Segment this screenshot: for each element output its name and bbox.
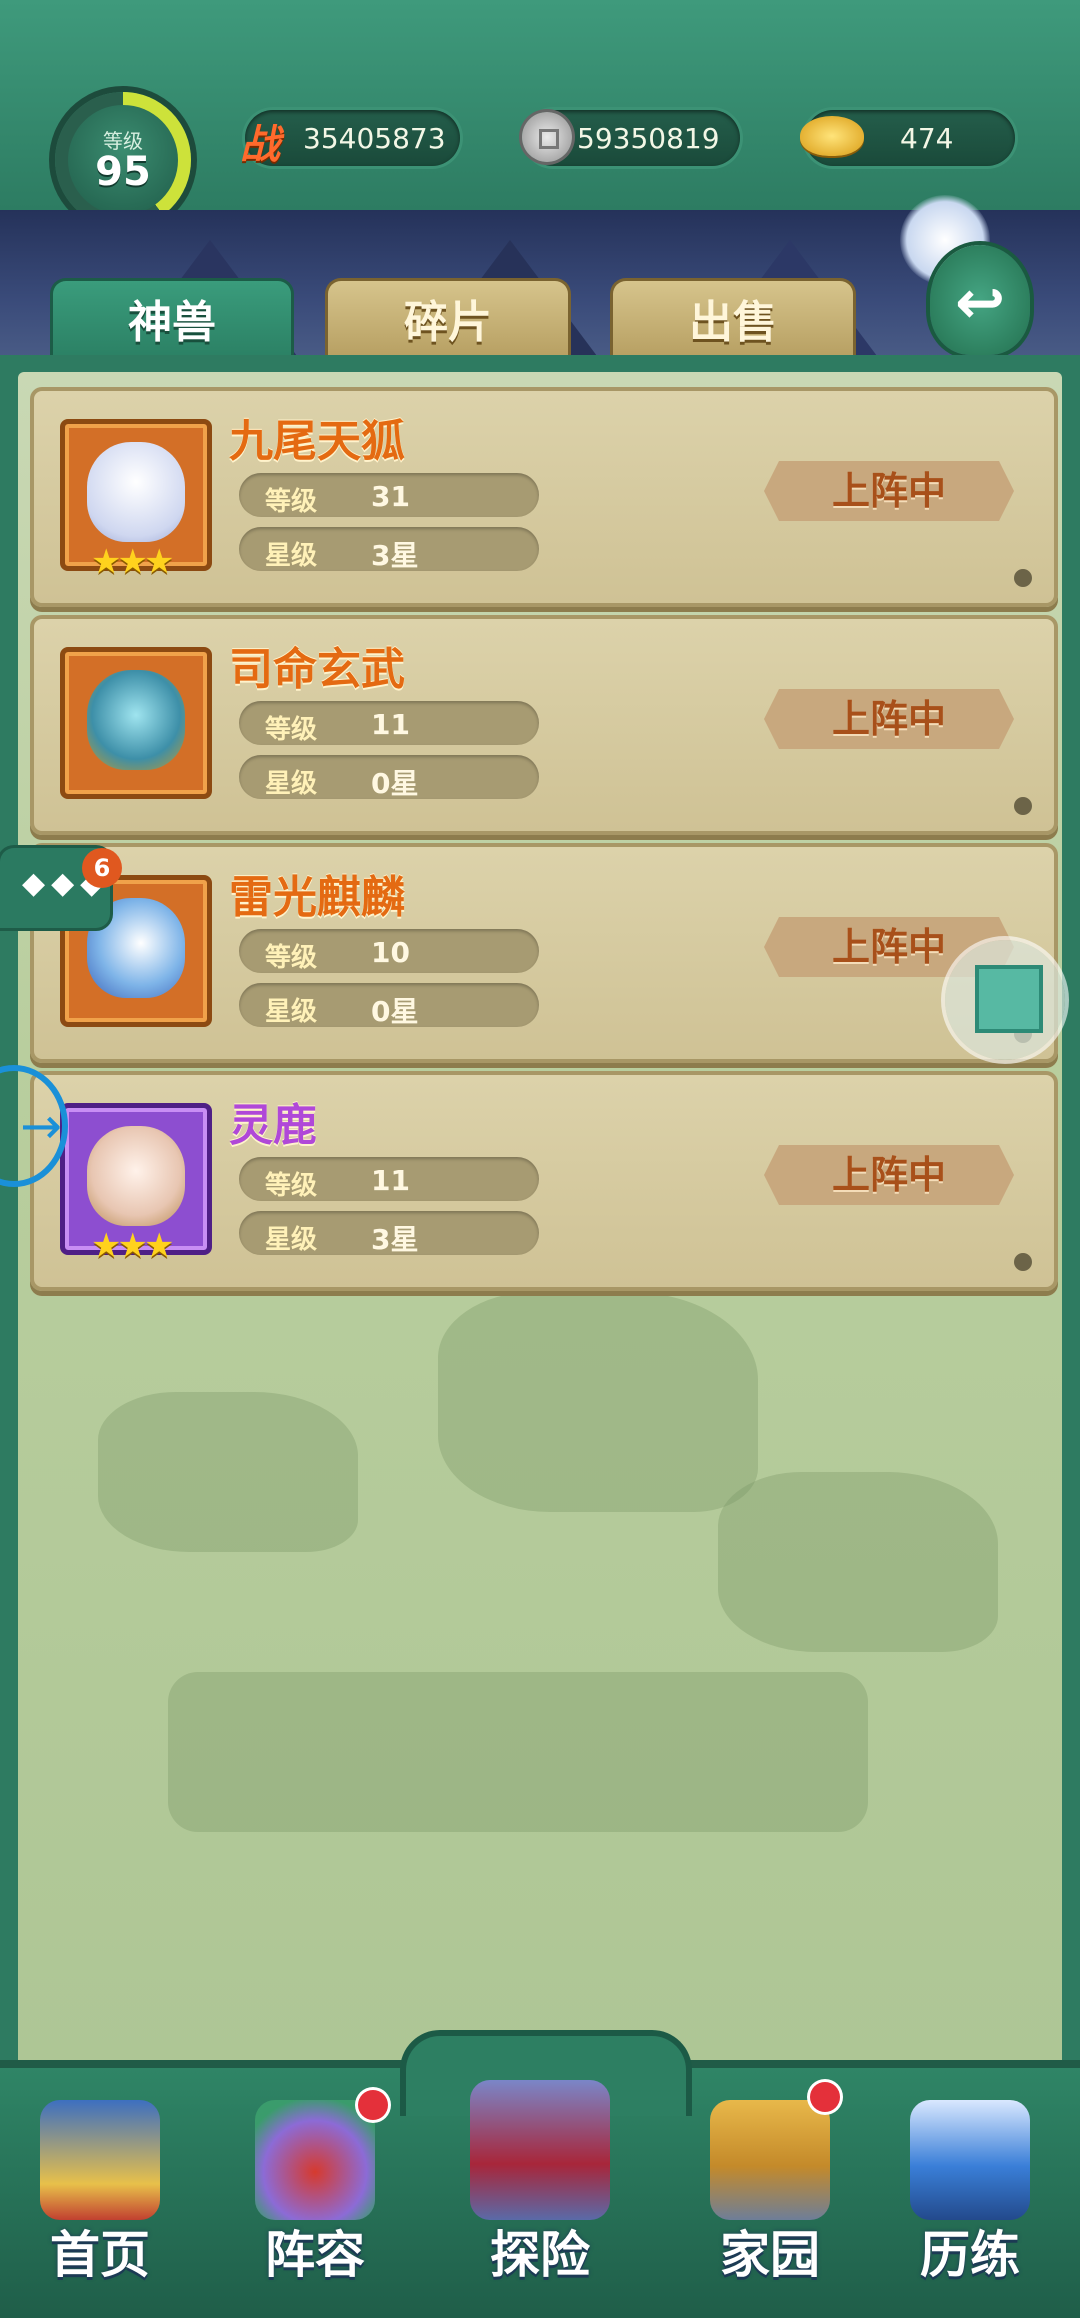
beast-portrait[interactable]: ★★★ (60, 1103, 212, 1266)
star-rating: ★★★ (91, 542, 174, 582)
nav-lineup[interactable]: 阵容 (230, 2090, 400, 2300)
back-arrow-icon: ↩ (955, 268, 1006, 338)
star-key: 星级 (265, 541, 318, 571)
star-key: 星级 (265, 997, 318, 1027)
background-ground (168, 1672, 868, 1832)
nav-homestead-label: 家园 (720, 2226, 820, 2284)
level-value: 10 (371, 936, 410, 969)
lineup-gourds-icon (255, 2100, 375, 2220)
beast-portrait[interactable]: ★★★ (60, 419, 212, 582)
tab-fragments[interactable]: 碎片 (325, 278, 571, 365)
background-rock (718, 1472, 998, 1652)
level-badge[interactable]: 等级 95 (68, 105, 178, 215)
level-row: 等级 11 (239, 701, 539, 745)
explore-door-icon (470, 2080, 610, 2220)
level-key: 等级 (265, 943, 318, 973)
star-row: 星级 3星 (239, 527, 539, 572)
level-value: 31 (371, 480, 410, 513)
nav-explore-label: 探险 (490, 2226, 590, 2284)
gold-ingot-icon (800, 116, 864, 156)
nav-lineup-notification-dot (358, 2090, 388, 2120)
star-row: 星级 0星 (239, 983, 539, 1028)
beast-name: 司命玄武 (229, 644, 405, 695)
nav-home-label: 首页 (50, 2226, 150, 2284)
combat-power-value: 35405873 (303, 122, 446, 155)
star-rating: ★★★ (91, 1226, 174, 1266)
level-key: 等级 (265, 715, 318, 745)
deployed-button[interactable]: 上阵中 (764, 1145, 1014, 1205)
nav-homestead[interactable]: 家园 (685, 2082, 855, 2300)
silver-coin-icon (522, 112, 572, 162)
tab-sell[interactable]: 出售 (610, 278, 856, 365)
background-rock (98, 1392, 358, 1552)
card-corner-dot (1014, 569, 1032, 587)
beast-card[interactable]: ★★★ 九尾天狐 等级 31 星级 3星 上阵中 (30, 387, 1058, 607)
black-tortoise-image (87, 670, 185, 770)
beast-portrait[interactable] (60, 647, 212, 799)
star-row: 星级 0星 (239, 755, 539, 800)
nav-homestead-notification-dot (810, 2082, 840, 2112)
level-key: 等级 (265, 487, 318, 517)
nine-tailed-fox-image (87, 442, 185, 542)
level-row: 等级 11 (239, 1157, 539, 1201)
silver-value: 59350819 (577, 122, 720, 155)
beast-name: 灵鹿 (229, 1100, 317, 1151)
level-row: 等级 31 (239, 473, 539, 517)
nav-lineup-label: 阵容 (265, 2226, 365, 2284)
spirit-deer-image (87, 1126, 185, 1226)
nav-home[interactable]: 首页 (15, 2090, 185, 2300)
beast-name: 九尾天狐 (229, 416, 405, 467)
deployed-button[interactable]: 上阵中 (764, 461, 1014, 521)
nav-training-label: 历练 (920, 2226, 1020, 2284)
level-value: 11 (371, 1164, 410, 1197)
card-corner-dot (1014, 1253, 1032, 1271)
nav-training[interactable]: 历练 (885, 2090, 1055, 2300)
beast-card[interactable]: ★★★ 灵鹿 等级 11 星级 3星 上阵中 (30, 1071, 1058, 1291)
star-value: 3星 (371, 539, 419, 572)
star-value: 0星 (371, 995, 419, 1028)
tab-divine-beast[interactable]: 神兽 (50, 278, 294, 365)
beast-card[interactable]: 司命玄武 等级 11 星级 0星 上阵中 (30, 615, 1058, 835)
card-corner-dot (1014, 797, 1032, 815)
level-value: 95 (95, 149, 151, 195)
star-value: 0星 (371, 767, 419, 800)
home-gate-icon (40, 2100, 160, 2220)
background-rock (438, 1292, 758, 1512)
star-value: 3星 (371, 1223, 419, 1256)
level-value: 11 (371, 708, 410, 741)
level-key: 等级 (265, 1171, 318, 1201)
nav-explore[interactable]: 探险 (455, 2070, 625, 2284)
star-key: 星级 (265, 769, 318, 799)
beast-name: 雷光麒麟 (229, 872, 405, 923)
star-row: 星级 3星 (239, 1211, 539, 1256)
gold-ingot-value: 474 (900, 122, 954, 155)
star-key: 星级 (265, 1225, 318, 1255)
cube-icon (975, 965, 1043, 1033)
homestead-house-icon (710, 2100, 830, 2220)
combat-power-icon: 战 (240, 122, 280, 168)
chat-unread-badge: 6 (82, 848, 122, 888)
deployed-button[interactable]: 上阵中 (764, 689, 1014, 749)
level-row: 等级 10 (239, 929, 539, 973)
beast-card[interactable]: 雷光麒麟 等级 10 星级 0星 上阵中 (30, 843, 1058, 1063)
training-sword-icon (910, 2100, 1030, 2220)
